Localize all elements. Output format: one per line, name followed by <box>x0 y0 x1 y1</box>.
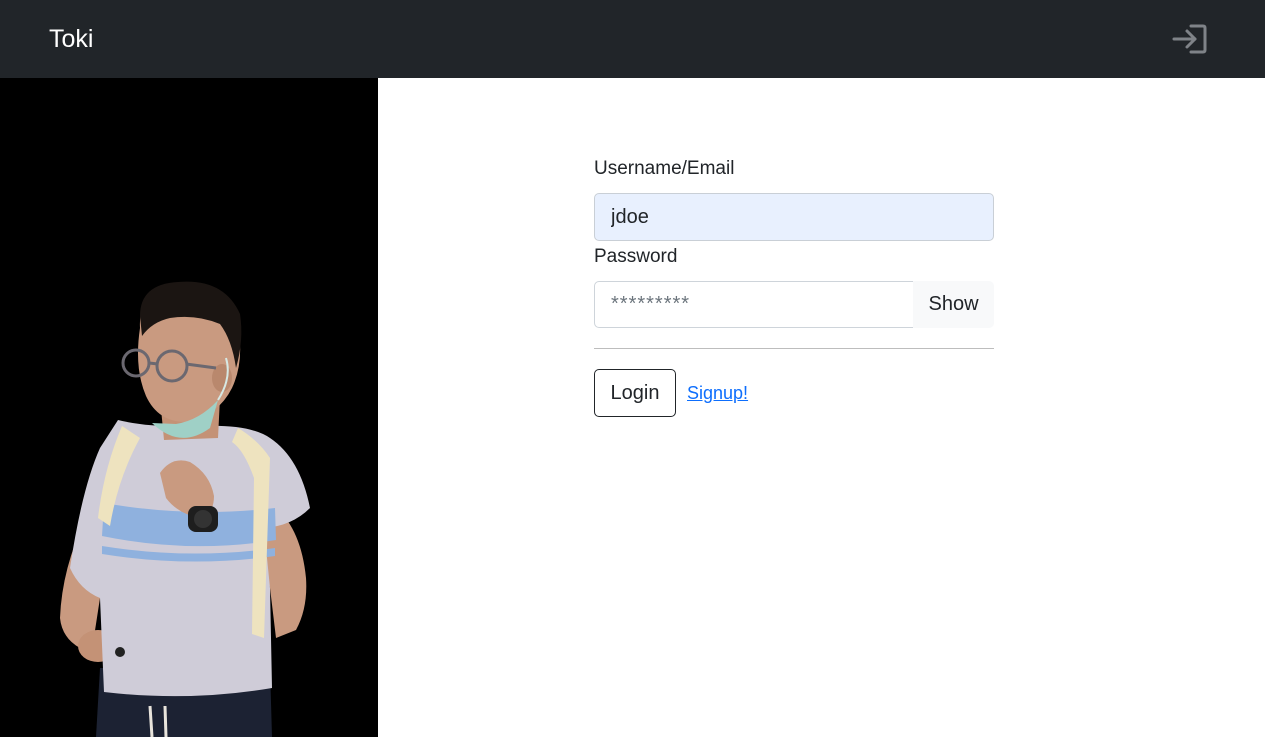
password-label: Password <box>594 246 678 267</box>
signup-link[interactable]: Signup! <box>687 382 748 404</box>
person-photo <box>0 78 378 737</box>
show-password-button[interactable]: Show <box>913 281 994 328</box>
username-input[interactable] <box>594 193 994 241</box>
login-arrow-icon <box>1172 24 1207 54</box>
side-photo-panel <box>0 78 378 737</box>
divider <box>594 348 994 349</box>
password-input-group: Show <box>594 281 994 328</box>
login-button[interactable]: Login <box>594 369 676 417</box>
login-nav-button[interactable] <box>1168 20 1210 58</box>
password-input[interactable] <box>594 281 914 328</box>
top-navbar: Toki <box>0 0 1265 78</box>
username-label: Username/Email <box>594 158 735 179</box>
brand-title[interactable]: Toki <box>49 22 93 56</box>
